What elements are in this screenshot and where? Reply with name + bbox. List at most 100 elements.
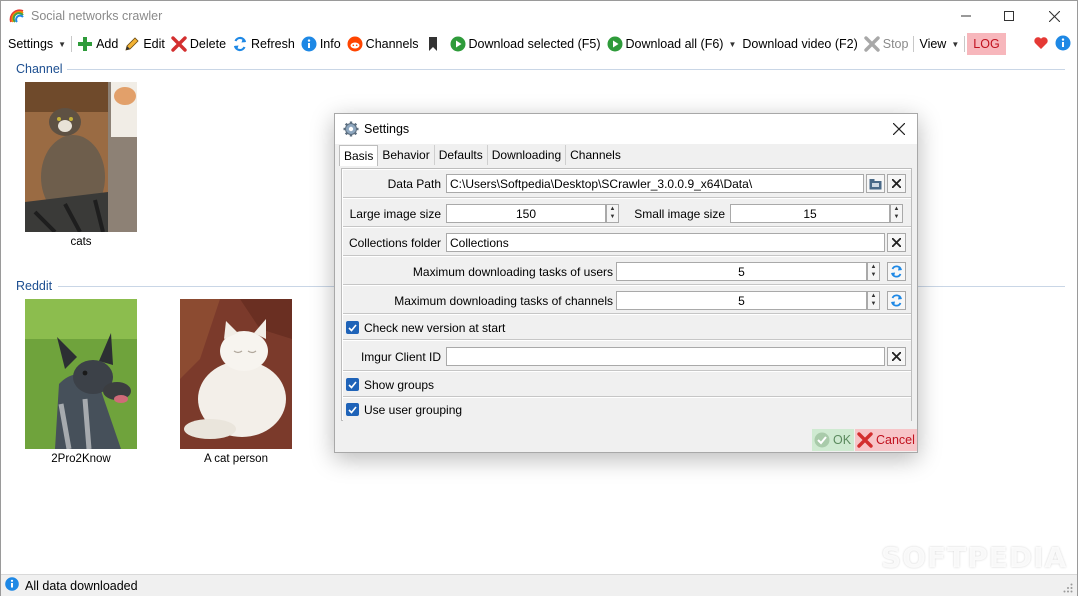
cancel-label: Cancel [876,433,915,447]
close-button[interactable] [1031,1,1077,31]
chevron-down-icon: ▼ [870,301,877,307]
window-title: Social networks crawler [31,9,163,23]
play-circle-icon [607,36,623,52]
large-image-size-label: Large image size [349,207,441,221]
imgur-client-id-input[interactable] [446,347,885,366]
chevron-down-icon: ▼ [609,214,616,220]
browse-folder-button[interactable] [866,174,885,193]
checkmark-icon [348,323,357,332]
delete-button[interactable]: Delete [168,33,229,55]
red-x-icon [171,36,187,52]
info-icon [301,36,317,52]
toolbar-separator [71,36,73,52]
check-new-version-checkbox[interactable] [346,321,359,334]
maximize-button[interactable] [986,1,1032,31]
cancel-button[interactable]: Cancel [855,429,917,451]
max-tasks-channels-row: Maximum downloading tasks of channels 5 … [343,286,911,314]
tab-downloading[interactable]: Downloading [488,145,567,165]
minimize-button[interactable] [943,1,989,31]
data-path-input[interactable]: C:\Users\Softpedia\Desktop\SCrawler_3.0.… [446,174,864,193]
view-menu-button[interactable]: View ▼ [916,33,962,55]
minimize-icon [961,15,971,17]
max-tasks-channels-stepper[interactable]: ▲ ▼ [867,291,880,310]
log-label: LOG [973,37,1000,51]
max-tasks-users-label: Maximum downloading tasks of users [412,265,613,279]
tab-behavior[interactable]: Behavior [378,145,435,165]
image-size-row: Large image size 150 ▲ ▼ Small image size… [343,199,911,227]
use-user-grouping-checkbox[interactable] [346,403,359,416]
info-icon[interactable] [1055,35,1071,51]
download-video-label: Download video (F2) [742,37,858,51]
download-video-button[interactable]: Download video (F2) [739,33,860,55]
show-groups-checkbox[interactable] [346,378,359,391]
collections-folder-row: Collections folder Collections [343,228,911,256]
info-label: Info [319,37,341,51]
max-tasks-channels-input[interactable]: 5 [616,291,867,310]
thumbnail-label: cats [70,236,92,248]
download-selected-label: Download selected (F5) [468,37,601,51]
max-tasks-users-input[interactable]: 5 [616,262,867,281]
cat-photo-image [25,82,137,232]
refresh-icon [891,265,902,278]
channels-button[interactable]: Channels [344,33,422,55]
tab-defaults[interactable]: Defaults [435,145,488,165]
small-image-size-stepper[interactable]: ▲ ▼ [890,204,903,223]
heart-icon[interactable] [1033,35,1049,51]
refresh-button[interactable]: Refresh [229,33,298,55]
settings-tabs: Basis Behavior Defaults Downloading Chan… [339,145,625,166]
clear-collections-folder-button[interactable] [887,233,906,252]
collections-folder-input[interactable]: Collections [446,233,885,252]
small-image-size-input[interactable]: 15 [730,204,890,223]
maximize-icon [1004,11,1014,21]
resize-grip-icon[interactable] [1063,583,1073,593]
settings-menu-button[interactable]: Settings ▼ [5,33,69,55]
thumbnail-2pro2know[interactable] [25,299,137,449]
tab-basis[interactable]: Basis [339,145,379,166]
clear-data-path-button[interactable] [887,174,906,193]
reddit-icon [347,36,363,52]
status-bar: All data downloaded [1,574,1077,596]
settings-dialog: Settings Basis Behavior Defaults Downloa… [334,113,918,453]
basis-tab-panel: Data Path C:\Users\Softpedia\Desktop\SCr… [341,168,912,421]
thumbnail-a-cat-person[interactable] [180,299,292,449]
dog-photo-image [25,299,137,449]
toolbar-right-icons [1033,35,1071,51]
dialog-close-button[interactable] [889,119,909,140]
clear-x-icon [892,179,901,188]
stop-button[interactable]: Stop [861,33,912,55]
dialog-title-bar: Settings [335,114,917,144]
thumbnail-cats[interactable] [25,82,137,232]
log-button[interactable]: LOG [967,33,1006,55]
chevron-down-icon: ▼ [870,272,877,278]
download-all-label: Download all (F6) [625,37,724,51]
data-path-row: Data Path C:\Users\Softpedia\Desktop\SCr… [343,170,911,198]
clear-imgur-client-id-button[interactable] [887,347,906,366]
stop-label: Stop [882,37,909,51]
refresh-icon [891,294,902,307]
refresh-icon [232,36,248,52]
imgur-client-id-label: Imgur Client ID [360,350,441,364]
max-tasks-users-stepper[interactable]: ▲ ▼ [867,262,880,281]
download-selected-button[interactable]: Download selected (F5) [447,33,604,55]
check-new-version-label: Check new version at start [364,321,506,335]
chevron-down-icon: ▼ [728,39,737,49]
group-divider [67,69,1065,70]
download-all-button[interactable]: Download all (F6) ▼ [604,33,740,55]
ok-button[interactable]: OK [812,429,854,451]
bookmark-button[interactable] [422,33,447,55]
add-button[interactable]: Add [74,33,121,55]
reset-max-tasks-users-button[interactable] [887,262,906,281]
red-x-icon [857,432,873,448]
info-button[interactable]: Info [298,33,344,55]
edit-button[interactable]: Edit [121,33,168,55]
large-image-size-stepper[interactable]: ▲ ▼ [606,204,619,223]
green-check-circle-icon [814,432,830,448]
use-user-grouping-label: Use user grouping [364,403,463,417]
chevron-down-icon: ▼ [58,39,67,49]
group-divider [918,286,1065,287]
reset-max-tasks-channels-button[interactable] [887,291,906,310]
tab-channels[interactable]: Channels [566,145,625,165]
chevron-up-icon: ▲ [870,293,877,299]
large-image-size-input[interactable]: 150 [446,204,606,223]
chevron-up-icon: ▲ [893,206,900,212]
